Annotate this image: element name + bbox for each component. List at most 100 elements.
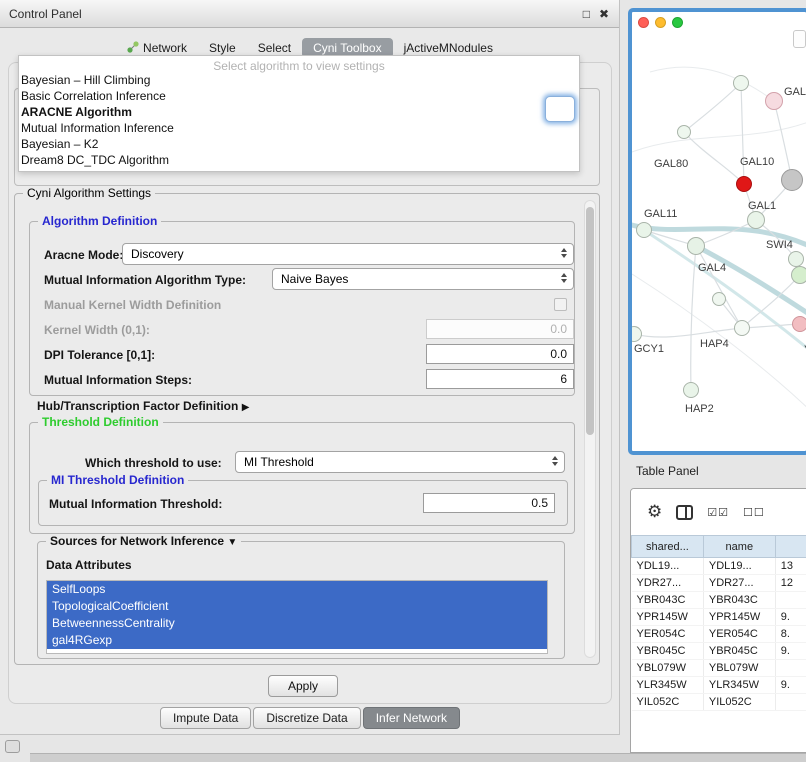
hub-definition-toggle[interactable]: Hub/Transcription Factor Definition ▶ (37, 399, 249, 413)
table-cell: YLR345W (632, 677, 704, 694)
network-node[interactable] (733, 75, 749, 91)
zoom-traffic-light-icon[interactable] (672, 17, 683, 28)
network-node[interactable] (791, 266, 806, 284)
table-row[interactable]: YDR27...YDR27...12 (632, 575, 806, 592)
sources-group-title[interactable]: Sources for Network Inference ▼ (46, 534, 241, 548)
table-cell: YER054C (703, 626, 775, 643)
network-node[interactable] (792, 316, 806, 332)
algorithm-option-aracne-algorithm[interactable]: ARACNE Algorithm (19, 104, 579, 120)
bottom-tab-impute-data[interactable]: Impute Data (160, 707, 251, 729)
aracne-mode-select[interactable]: Discovery (122, 243, 574, 265)
table-cell: YDL19... (632, 558, 704, 575)
table-cell: 12 (775, 575, 806, 592)
dock-corner-icon[interactable] (5, 740, 20, 753)
list-item-betweennesscentrality[interactable]: BetweennessCentrality (47, 615, 547, 632)
kernel-width-input[interactable] (426, 319, 574, 339)
network-node[interactable] (628, 326, 642, 342)
algorithm-dropdown[interactable]: Select algorithm to view settings Bayesi… (18, 55, 580, 172)
column-header-3[interactable] (775, 536, 806, 558)
network-node[interactable] (765, 92, 783, 110)
table-row[interactable]: YER054CYER054C8. (632, 626, 806, 643)
table-row[interactable]: YBL079WYBL079W (632, 660, 806, 677)
table-panel-window: ⚙ ☑☑ ☐☐ shared...name YDL19...YDL19...13… (630, 488, 806, 753)
network-view-window[interactable]: GAL80GAL10GAL11GAL1SWI4GAL4GCY1HAP4HAP2G… (628, 8, 806, 455)
list-item-topologicalcoefficient[interactable]: TopologicalCoefficient (47, 598, 547, 615)
columns-icon[interactable] (676, 505, 693, 520)
network-scrollbar[interactable] (793, 30, 806, 48)
node-table: shared...name YDL19...YDL19...13YDR27...… (631, 535, 806, 711)
algorithm-definition-group: Algorithm Definition Aracne Mode: Discov… (29, 221, 575, 396)
apply-button[interactable]: Apply (268, 675, 338, 697)
mi-threshold-label: Mutual Information Threshold: (49, 497, 222, 511)
network-node[interactable] (734, 320, 750, 336)
network-node[interactable] (677, 125, 691, 139)
column-header-2[interactable]: name (703, 536, 775, 558)
gear-icon[interactable]: ⚙ (647, 502, 662, 522)
list-item-selfloops[interactable]: SelfLoops (47, 581, 547, 598)
node-label-gal1: GAL1 (748, 200, 776, 212)
minimize-traffic-light-icon[interactable] (655, 17, 666, 28)
deselect-all-checks-icon[interactable]: ☐☐ (743, 506, 765, 519)
algorithm-option-bayesian-hill-climbing[interactable]: Bayesian – Hill Climbing (19, 72, 579, 88)
mi-algorithm-type-select[interactable]: Naive Bayes (272, 268, 574, 290)
table-row[interactable]: YPR145WYPR145W9. (632, 609, 806, 626)
table-row[interactable]: YBR045CYBR045C9. (632, 643, 806, 660)
table-panel-header: Table Panel (628, 458, 806, 484)
table-row[interactable]: YBR043CYBR043C (632, 592, 806, 609)
dpi-tolerance-input[interactable] (426, 344, 574, 364)
table-cell: YBR043C (632, 592, 704, 609)
mi-steps-input[interactable] (426, 369, 574, 389)
close-traffic-light-icon[interactable] (638, 17, 649, 28)
data-attributes-label: Data Attributes (46, 558, 132, 572)
table-cell: YER054C (632, 626, 704, 643)
network-node[interactable] (747, 211, 765, 229)
table-row[interactable]: YLR345WYLR345W9. (632, 677, 806, 694)
node-label-gal: GAL (784, 86, 806, 98)
table-cell: YDL19... (703, 558, 775, 575)
table-cell: YIL052C (703, 694, 775, 711)
combo-arrows-icon (558, 273, 570, 283)
sources-group: Sources for Network Inference ▼ Data Att… (37, 541, 565, 659)
table-header-row: shared...name (632, 536, 806, 558)
network-node[interactable] (687, 237, 705, 255)
window-title: Control Panel (9, 7, 82, 21)
network-node[interactable] (636, 222, 652, 238)
collapse-arrow-icon: ▼ (227, 537, 237, 548)
float-window-icon[interactable]: □ (583, 7, 590, 21)
table-row[interactable]: YDL19...YDL19...13 (632, 558, 806, 575)
mi-threshold-input[interactable] (423, 493, 555, 513)
node-label-hap4: HAP4 (700, 338, 729, 350)
network-node[interactable] (712, 292, 726, 306)
control-panel-window: Control Panel □ ✖ NetworkStyleSelectCyni… (0, 0, 620, 735)
algorithm-option-basic-correlation-inference[interactable]: Basic Correlation Inference (19, 88, 579, 104)
list-item-gal4rgexp[interactable]: gal4RGexp (47, 632, 547, 649)
table-cell: YBL079W (703, 660, 775, 677)
settings-scrollbar[interactable] (584, 200, 596, 658)
network-node[interactable] (781, 169, 803, 191)
network-node[interactable] (788, 251, 804, 267)
node-label-swi4: SWI4 (766, 239, 793, 251)
mi-type-label: Mutual Information Algorithm Type: (44, 273, 246, 287)
table-row[interactable]: YIL052CYIL052C (632, 694, 806, 711)
focused-spinner-button[interactable] (545, 96, 575, 122)
dpi-tolerance-label: DPI Tolerance [0,1]: (44, 348, 155, 362)
expand-arrow-icon: ▶ (242, 402, 250, 413)
bottom-tab-discretize-data[interactable]: Discretize Data (253, 707, 360, 729)
select-all-checks-icon[interactable]: ☑☑ (707, 506, 729, 519)
network-node[interactable] (736, 176, 752, 192)
close-icon[interactable]: ✖ (599, 7, 609, 21)
manual-kernel-checkbox[interactable] (554, 298, 567, 311)
node-label-gal10: GAL10 (740, 156, 774, 168)
combo-arrows-icon (549, 456, 561, 466)
column-header-1[interactable]: shared... (632, 536, 704, 558)
mi-steps-label: Mutual Information Steps: (44, 373, 192, 387)
algorithm-option-mutual-information-inference[interactable]: Mutual Information Inference (19, 120, 579, 136)
bottom-tab-infer-network[interactable]: Infer Network (363, 707, 460, 729)
which-threshold-select[interactable]: MI Threshold (235, 451, 565, 473)
algorithm-option-bayesian-k2[interactable]: Bayesian – K2 (19, 136, 579, 152)
data-attributes-list[interactable]: SelfLoopsTopologicalCoefficientBetweenne… (46, 580, 548, 654)
node-label-gcy1: GCY1 (634, 343, 664, 355)
network-node[interactable] (683, 382, 699, 398)
algorithm-option-dream8-dc-tdc-algorithm[interactable]: Dream8 DC_TDC Algorithm (19, 152, 579, 168)
table-cell (775, 694, 806, 711)
